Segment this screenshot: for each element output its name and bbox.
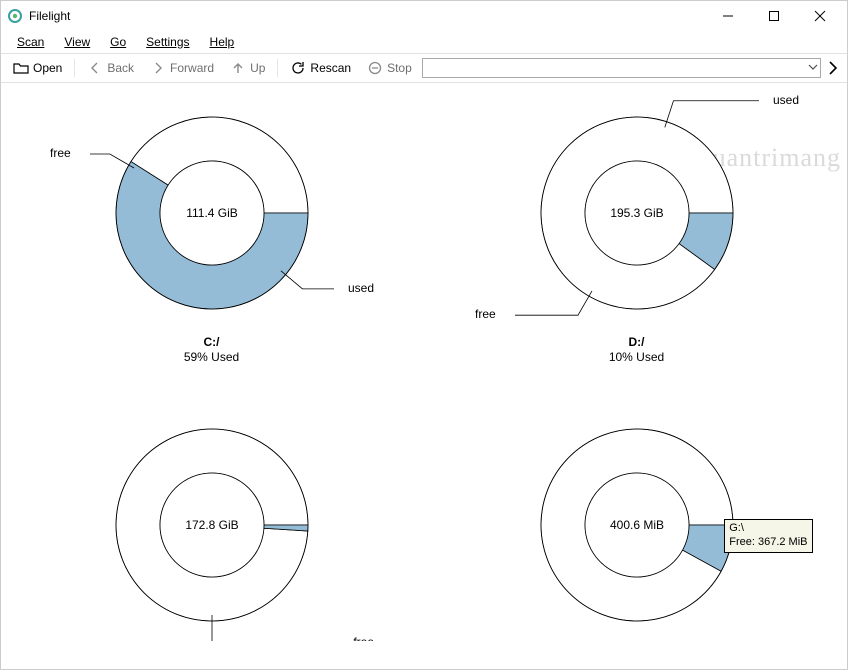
tooltip-line1: G:\ (729, 522, 744, 534)
chevron-left-icon (87, 60, 103, 76)
forward-button[interactable]: Forward (144, 58, 220, 78)
drive-size-label: 400.6 MiB (609, 518, 663, 532)
up-label: Up (250, 61, 265, 75)
forward-label: Forward (170, 61, 214, 75)
titlebar: Filelight (1, 1, 847, 31)
tooltip: G:\ Free: 367.2 MiB (724, 519, 812, 553)
drive-grid: 111.4 GiB free used C:/59% Used 195.3 GiB fre… (9, 89, 839, 641)
rescan-label: Rescan (310, 61, 351, 75)
drive-name: D:/ (629, 335, 645, 349)
window-minimize-button[interactable] (705, 1, 751, 31)
rescan-button[interactable]: Rescan (284, 58, 357, 78)
back-label: Back (107, 61, 134, 75)
drive-name: C:/ (204, 335, 220, 349)
back-button[interactable]: Back (81, 58, 140, 78)
menubar: Scan View Go Settings Help (1, 31, 847, 53)
menu-settings[interactable]: Settings (136, 33, 199, 52)
stop-icon (367, 60, 383, 76)
open-label: Open (33, 61, 62, 75)
up-button[interactable]: Up (224, 58, 271, 78)
open-button[interactable]: Open (7, 58, 68, 78)
drive-size-label: 172.8 GiB (185, 518, 238, 532)
toolbar: Open Back Forward Up Rescan (1, 53, 847, 83)
free-label: free (50, 146, 71, 160)
toolbar-separator (74, 59, 75, 77)
app-title: Filelight (29, 9, 70, 23)
used-label: used (772, 93, 798, 107)
window-maximize-button[interactable] (751, 1, 797, 31)
app-window: Filelight Scan View Go Settings Help Ope… (0, 0, 848, 670)
chevron-right-icon (150, 60, 166, 76)
drive-chart-g[interactable]: 400.6 MiB G:\ Free: 367.2 MiB (467, 401, 807, 641)
drive-caption-c: C:/59% Used (184, 335, 239, 365)
arrow-up-icon (230, 60, 246, 76)
drive-chart-c[interactable]: 111.4 GiB free used (42, 89, 382, 329)
refresh-icon (290, 60, 306, 76)
go-button[interactable] (825, 60, 841, 76)
app-icon (7, 8, 23, 24)
chevron-down-icon (808, 61, 818, 75)
drive-chart-d[interactable]: 195.3 GiB free used (467, 89, 807, 329)
drive-percent: 59% Used (184, 350, 239, 364)
drive-caption-d: D:/10% Used (609, 335, 664, 365)
used-label: used (347, 281, 373, 295)
drive-chart-e[interactable]: 172.8 GiB free (42, 401, 382, 641)
tooltip-line2: Free: 367.2 MiB (729, 536, 807, 548)
drive-cell-c: 111.4 GiB free used C:/59% Used (9, 89, 414, 365)
window-close-button[interactable] (797, 1, 843, 31)
address-combo[interactable] (422, 58, 821, 78)
stop-button[interactable]: Stop (361, 58, 418, 78)
toolbar-separator (277, 59, 278, 77)
drive-cell-g: 400.6 MiB G:\ Free: 367.2 MiB (434, 401, 839, 641)
menu-go[interactable]: Go (100, 33, 136, 52)
drive-percent: 10% Used (609, 350, 664, 364)
menu-view[interactable]: View (54, 33, 100, 52)
free-label: free (353, 635, 374, 641)
drive-cell-d: 195.3 GiB free used D:/10% Used (434, 89, 839, 365)
drive-cell-e: 172.8 GiB free (9, 401, 414, 641)
free-label: free (475, 307, 496, 321)
content-area: Quantrimang 111.4 GiBfreeusedC:/59% Used… (1, 83, 847, 669)
stop-label: Stop (387, 61, 412, 75)
drive-size-label: 111.4 GiB (186, 206, 238, 220)
menu-help[interactable]: Help (200, 33, 245, 52)
folder-open-icon (13, 60, 29, 76)
drive-size-label: 195.3 GiB (610, 206, 663, 220)
menu-scan[interactable]: Scan (7, 33, 54, 52)
